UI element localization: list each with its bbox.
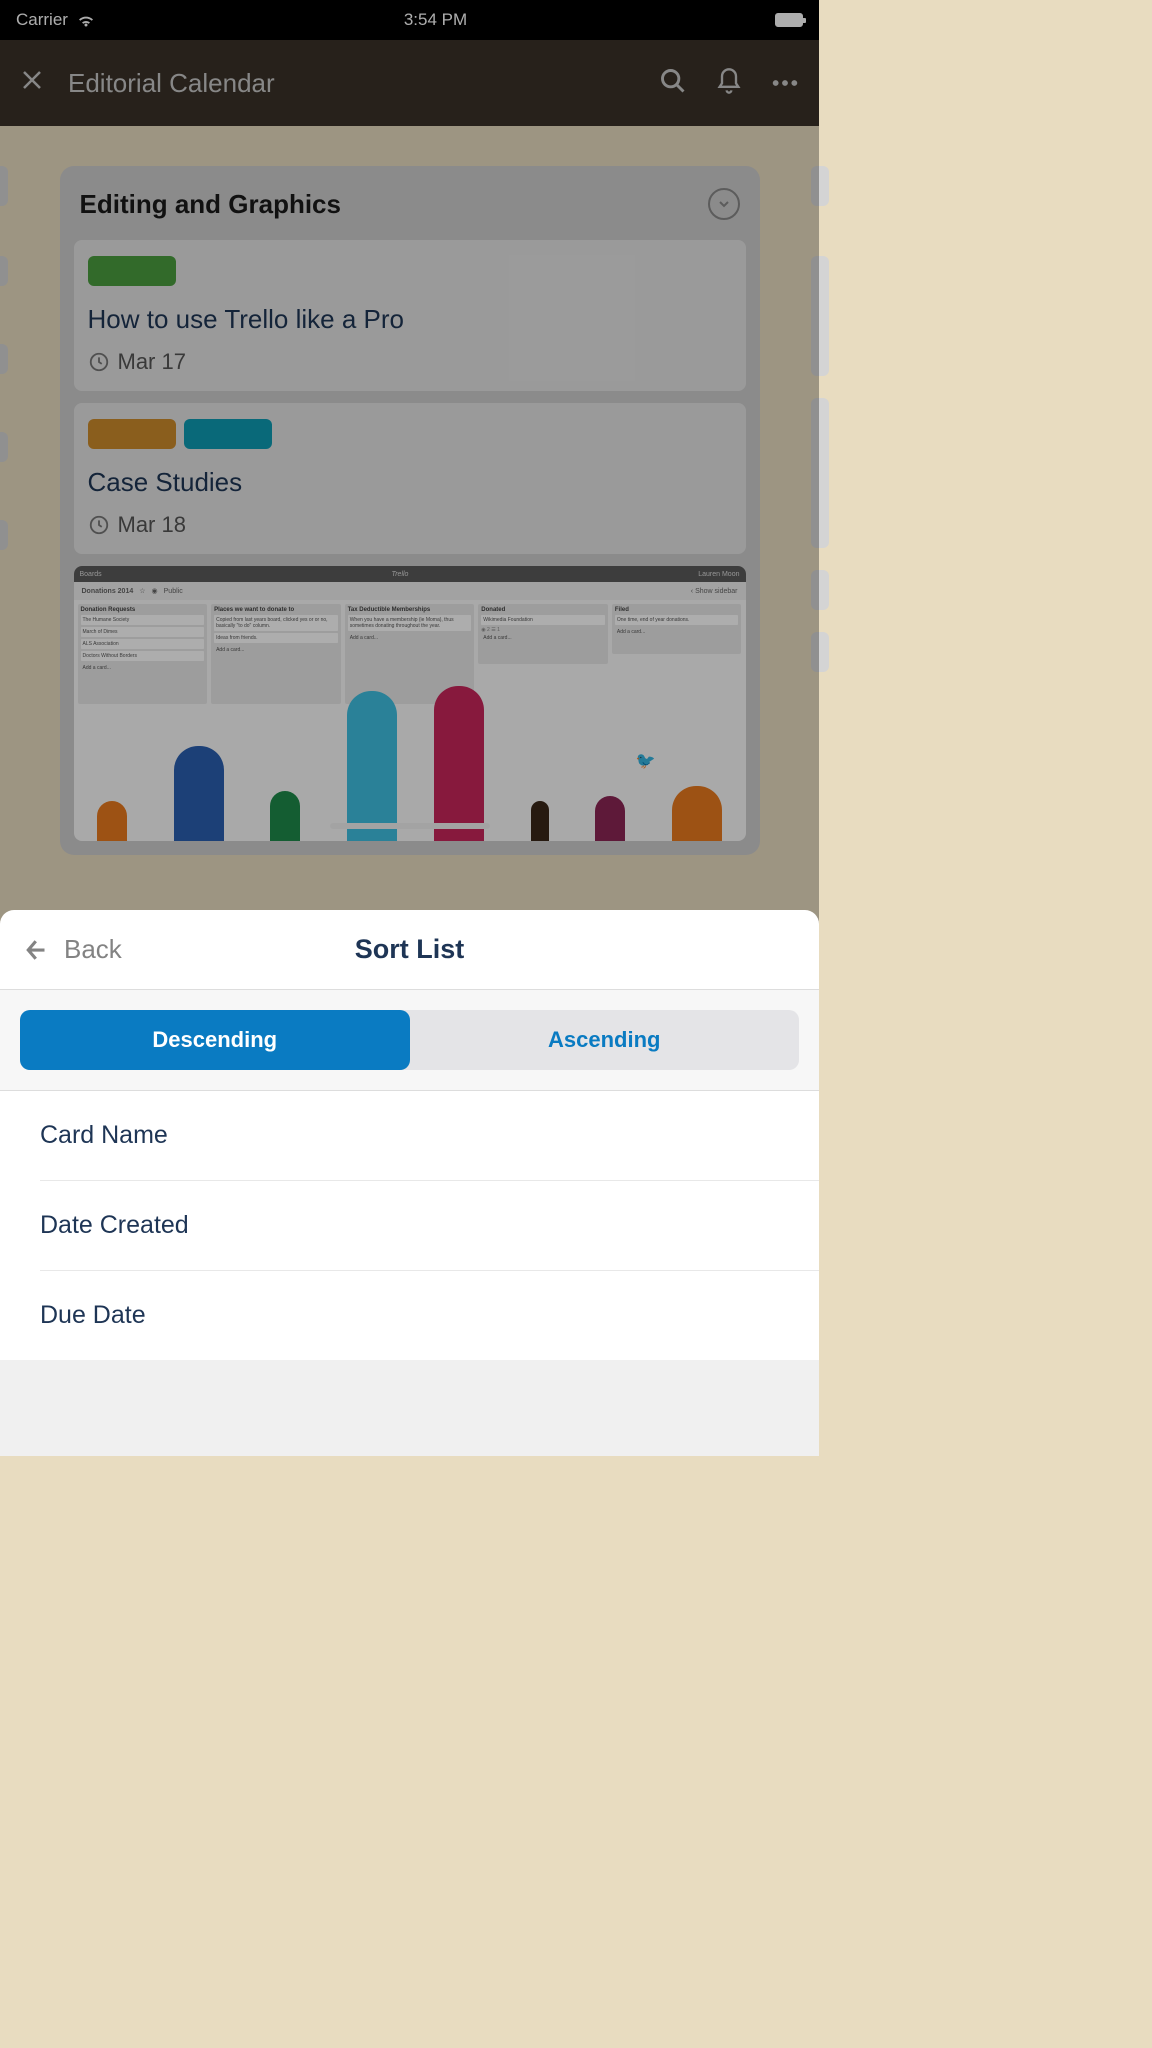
chevron-down-icon[interactable] [708, 188, 740, 220]
card-title: Case Studies [88, 467, 732, 498]
back-label: Back [64, 934, 122, 965]
mini-card: March of Dimes [81, 627, 205, 637]
mini-app-name: Trello [391, 571, 408, 578]
card-title: How to use Trello like a Pro [88, 304, 732, 335]
battery-icon [775, 13, 803, 27]
mini-add-card: Add a card... [615, 627, 739, 637]
mini-boards-label: Boards [80, 571, 102, 578]
board-content[interactable]: Editing and Graphics How to use Trello l… [0, 126, 819, 855]
mini-add-card: Add a card... [348, 633, 472, 643]
sort-direction-segmented-control: Descending Ascending [20, 1010, 799, 1070]
mini-board-title: Donations 2014 [82, 588, 134, 595]
mini-add-card: Add a card... [214, 645, 338, 655]
clock-icon [88, 514, 110, 536]
mini-card: When you have a membership (ie Moma), th… [348, 615, 472, 631]
status-time: 3:54 PM [404, 10, 467, 30]
close-icon[interactable] [20, 68, 44, 99]
card-label-orange[interactable] [88, 419, 176, 449]
wifi-icon [76, 13, 96, 28]
board-title: Editorial Calendar [68, 68, 275, 99]
segment-descending[interactable]: Descending [20, 1010, 410, 1070]
notification-icon[interactable] [715, 67, 743, 100]
mini-list-title: Donated [481, 607, 605, 613]
search-icon[interactable] [659, 67, 687, 100]
sort-option-card-name[interactable]: Card Name [40, 1091, 819, 1181]
card-label-green[interactable] [88, 256, 176, 286]
mini-card: Wikimedia Foundation [481, 615, 605, 625]
app-header: Editorial Calendar [0, 40, 819, 126]
mini-list-title: Places we want to donate to [214, 607, 338, 613]
mini-card: Doctors Without Borders [81, 651, 205, 661]
list-peek-right [811, 166, 829, 720]
mini-show-sidebar: Show sidebar [695, 588, 737, 595]
carrier-label: Carrier [16, 10, 68, 30]
sheet-title: Sort List [355, 934, 465, 965]
page-indicator [330, 823, 490, 829]
card-label-teal[interactable] [184, 419, 272, 449]
mini-add-card: Add a card... [81, 663, 205, 673]
segment-ascending[interactable]: Ascending [410, 1010, 800, 1070]
mini-card: One time, end of year donations. [615, 615, 739, 625]
arrow-left-icon [22, 935, 52, 965]
mini-user: Lauren Moon [698, 571, 739, 578]
clock-icon [88, 351, 110, 373]
sort-sheet: Back Sort List Descending Ascending Card… [0, 910, 819, 1456]
more-icon[interactable] [771, 74, 799, 92]
mini-list-title: Donation Requests [81, 607, 205, 613]
sort-option-date-created[interactable]: Date Created [40, 1181, 819, 1271]
card-attachment-image[interactable]: Boards Trello Lauren Moon Donations 2014… [74, 566, 746, 841]
sort-option-due-date[interactable]: Due Date [40, 1271, 819, 1360]
status-bar: Carrier 3:54 PM [0, 0, 819, 40]
mini-card: Copied from last years board, clicked ye… [214, 615, 338, 631]
card-date: Mar 18 [118, 512, 186, 538]
card[interactable]: Case Studies Mar 18 [74, 403, 746, 554]
back-button[interactable]: Back [22, 934, 122, 965]
mini-list-title: Tax Deductible Memberships [348, 607, 472, 613]
card-date: Mar 17 [118, 349, 186, 375]
bottom-spacer [0, 1360, 819, 1456]
list-peek-left [0, 166, 8, 598]
card[interactable]: How to use Trello like a Pro Mar 17 [74, 240, 746, 391]
mini-card: The Humane Society [81, 615, 205, 625]
list-title: Editing and Graphics [80, 189, 341, 220]
list-column[interactable]: Editing and Graphics How to use Trello l… [60, 166, 760, 855]
mini-card: ALS Association [81, 639, 205, 649]
mini-add-card: Add a card... [481, 633, 605, 643]
mini-card: Ideas from friends. [214, 633, 338, 643]
mini-list-title: Filed [615, 607, 739, 613]
mini-visibility: Public [164, 588, 183, 595]
